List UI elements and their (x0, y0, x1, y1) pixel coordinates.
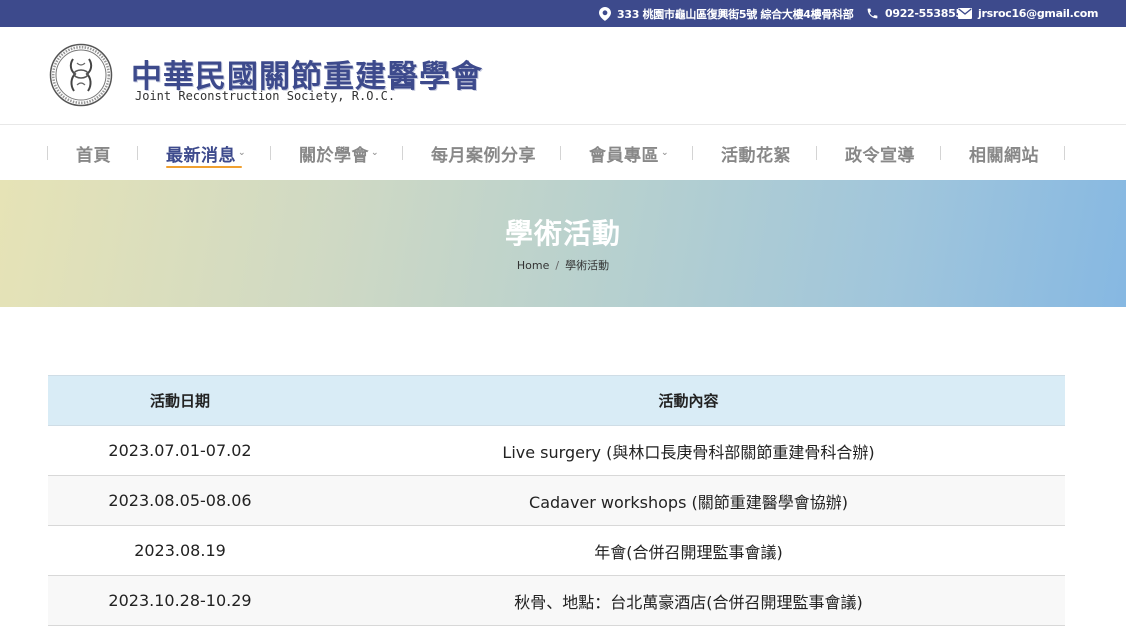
breadcrumb: Home / 學術活動 (0, 257, 1126, 273)
nav-divider (692, 146, 693, 160)
nav-divider (270, 146, 271, 160)
site-header: 中華民國關節重建醫學會 Joint Reconstruction Society… (0, 27, 1126, 125)
table-row: 2023.08.19 年會(合併召開理監事會議) (48, 526, 1065, 576)
activity-date: 2023.08.19 (134, 541, 226, 560)
table-header-row: 活動日期 活動內容 (48, 375, 1065, 426)
nav-item-news[interactable]: 最新消息 ⌄ (166, 126, 246, 180)
nav-item-label: 會員專區 (589, 145, 659, 166)
chevron-down-icon: ⌄ (661, 148, 670, 158)
location-pin-icon (599, 6, 611, 21)
table-row: 2023.10.28-10.29 秋骨、地點：台北萬豪酒店(合併召開理監事會議) (48, 576, 1065, 626)
nav-divider (816, 146, 817, 160)
email-info[interactable]: jrsroc16@gmail.com (958, 0, 1098, 27)
page-title-banner: 學術活動 Home / 學術活動 (0, 180, 1126, 307)
activity-content: 秋骨、地點：台北萬豪酒店(合併召開理監事會議) (514, 592, 863, 612)
nav-item-label: 關於學會 (299, 145, 369, 166)
chevron-down-icon: ⌄ (238, 148, 247, 158)
nav-divider (1064, 146, 1065, 160)
top-info-bar: 333 桃園市龜山區復興街5號 綜合大樓4樓骨科部 0922-553855 jr… (0, 0, 1126, 27)
column-header-content: 活動內容 (658, 392, 719, 410)
table-row: 2023.07.01-07.02 Live surgery (與林口長庚骨科部關… (48, 426, 1065, 476)
society-seal-logo[interactable] (49, 43, 113, 107)
activities-table: 活動日期 活動內容 2023.07.01-07.02 Live surgery … (48, 375, 1065, 626)
nav-item-label: 活動花絮 (721, 145, 791, 166)
nav-item-label: 每月案例分享 (431, 145, 536, 166)
activity-date: 2023.08.05-08.06 (108, 491, 252, 510)
nav-divider (47, 146, 48, 160)
activity-date: 2023.07.01-07.02 (108, 441, 252, 460)
activity-content: Live surgery (與林口長庚骨科部關節重建骨科合辦) (502, 442, 875, 462)
breadcrumb-separator: / (555, 259, 560, 272)
activity-content: 年會(合併召開理監事會議) (594, 542, 783, 562)
society-english-name: Joint Reconstruction Society, R.O.C. (135, 89, 396, 103)
nav-item-label: 相關網站 (969, 145, 1039, 166)
nav-item-about[interactable]: 關於學會 ⌄ (299, 126, 379, 180)
email-text[interactable]: jrsroc16@gmail.com (978, 7, 1098, 20)
nav-divider (940, 146, 941, 160)
activity-date: 2023.10.28-10.29 (108, 591, 252, 610)
nav-item-label: 政令宣導 (845, 145, 915, 166)
phone-icon (867, 8, 878, 19)
nav-item-policy[interactable]: 政令宣導 (845, 126, 915, 180)
nav-item-members[interactable]: 會員專區 ⌄ (589, 126, 669, 180)
nav-item-home[interactable]: 首頁 (76, 126, 111, 180)
main-navigation: 首頁 最新消息 ⌄ 關於學會 ⌄ 每月案例分享 會員專區 ⌄ 活動花絮 政令宣導 相關… (0, 126, 1126, 180)
nav-item-label: 最新消息 (166, 145, 236, 166)
phone-text[interactable]: 0922-553855 (885, 7, 963, 20)
chevron-down-icon: ⌄ (371, 148, 380, 158)
breadcrumb-current: 學術活動 (565, 259, 610, 272)
envelope-icon (958, 8, 972, 19)
nav-divider (402, 146, 403, 160)
nav-item-links[interactable]: 相關網站 (969, 126, 1039, 180)
active-nav-underline (166, 166, 242, 168)
nav-divider (137, 146, 138, 160)
nav-divider (560, 146, 561, 160)
table-row: 2023.08.05-08.06 Cadaver workshops (關節重建… (48, 476, 1065, 526)
nav-item-gallery[interactable]: 活動花絮 (721, 126, 791, 180)
breadcrumb-home-link[interactable]: Home (517, 259, 549, 272)
column-header-date: 活動日期 (149, 392, 210, 410)
address-text: 333 桃園市龜山區復興街5號 綜合大樓4樓骨科部 (617, 7, 854, 21)
phone-info[interactable]: 0922-553855 (866, 0, 963, 27)
activity-content: Cadaver workshops (關節重建醫學會協辦) (529, 492, 848, 512)
nav-item-label: 首頁 (76, 145, 111, 166)
nav-item-monthly-cases[interactable]: 每月案例分享 (431, 126, 536, 180)
address-info: 333 桃園市龜山區復興街5號 綜合大樓4樓骨科部 (599, 0, 854, 27)
page-title: 學術活動 (504, 217, 621, 250)
